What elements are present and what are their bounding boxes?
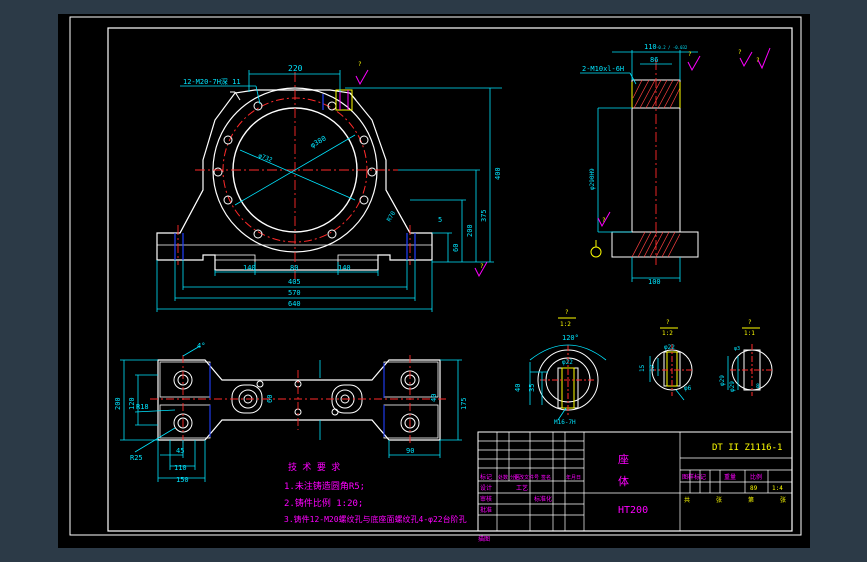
svg-text:φ6: φ6 xyxy=(684,385,692,392)
front-dim-570: 570 xyxy=(288,289,301,297)
svg-text:审核: 审核 xyxy=(480,495,492,503)
top-dim-90: 90 xyxy=(406,447,414,455)
svg-text:?: ? xyxy=(748,319,752,326)
side-bore-diam: φ290H9 xyxy=(589,168,596,190)
top-dim-chamfer: 4° xyxy=(197,342,205,350)
svg-text:1:2: 1:2 xyxy=(662,330,673,337)
svg-text:签名: 签名 xyxy=(541,474,551,481)
svg-text:?: ? xyxy=(688,51,692,58)
svg-text:15: 15 xyxy=(639,364,646,372)
svg-text:张: 张 xyxy=(716,496,722,504)
svg-text:共: 共 xyxy=(684,496,690,504)
front-dim-80: 80 xyxy=(290,264,298,272)
cad-drawing-canvas: φ380 φ732 220 12-M20-7H深 11 400 375 200 … xyxy=(58,14,810,548)
svg-text:120°: 120° xyxy=(562,334,579,342)
front-dim-140-right: 140 xyxy=(338,264,351,272)
svg-text:第: 第 xyxy=(748,496,754,504)
side-dim-tol: -0.2 / -0.032 xyxy=(656,45,688,50)
top-dim-r18: R18 xyxy=(136,403,149,411)
front-hole-callout: 12-M20-7H深 11 xyxy=(183,77,241,86)
top-dim-r25: R25 xyxy=(130,454,143,462)
front-dim-140-left: 140 xyxy=(243,264,256,272)
tb-weight: 89 xyxy=(750,485,758,492)
front-dim-405: 405 xyxy=(288,278,301,286)
svg-text:?: ? xyxy=(756,57,760,64)
svg-text:35: 35 xyxy=(528,384,536,392)
tb-scale: 1:4 xyxy=(772,485,783,492)
svg-text:工艺: 工艺 xyxy=(516,484,528,492)
tb-part-name-2: 体 xyxy=(618,474,629,488)
svg-text:1:1: 1:1 xyxy=(744,330,755,337)
svg-text:年月日: 年月日 xyxy=(566,474,581,481)
top-dim-200: 200 xyxy=(114,397,122,410)
notes-item-3: 3.铸件12-M20螺纹孔与底座面螺纹孔4-φ22台阶孔 xyxy=(284,514,467,524)
front-dim-400: 400 xyxy=(494,167,502,180)
svg-text:?: ? xyxy=(480,263,484,270)
tb-material: HT200 xyxy=(618,505,648,516)
front-dim-375: 375 xyxy=(480,209,488,222)
front-dim-640: 640 xyxy=(288,300,301,308)
top-dim-40: 40 xyxy=(430,394,438,402)
svg-text:?: ? xyxy=(602,217,606,224)
top-dim-175: 175 xyxy=(460,397,468,410)
svg-text:批准: 批准 xyxy=(480,506,492,514)
front-rib-angle: 5 xyxy=(438,216,442,224)
front-dim-220: 220 xyxy=(288,64,303,73)
svg-text:40: 40 xyxy=(514,384,522,392)
side-thread-callout: 2-M10xl-6H xyxy=(582,65,624,73)
svg-text:标准化: 标准化 xyxy=(534,495,552,503)
svg-text:φ29: φ29 xyxy=(719,375,726,386)
svg-text:φ29: φ29 xyxy=(729,381,736,392)
svg-text:?: ? xyxy=(565,309,569,316)
svg-text:φ22: φ22 xyxy=(664,344,675,351)
svg-text:图样标记: 图样标记 xyxy=(682,473,706,481)
side-dim-86: 86 xyxy=(650,56,658,64)
front-dim-200: 200 xyxy=(466,224,474,237)
top-dim-60: 60 xyxy=(266,395,274,403)
drawing-viewport xyxy=(58,14,810,548)
tb-drawing-number: DT II Z1116-1 xyxy=(712,443,782,453)
notes-item-2: 2.铸件比例 1:20; xyxy=(284,497,363,509)
svg-text:标记: 标记 xyxy=(480,473,492,481)
svg-text:张: 张 xyxy=(780,496,786,504)
svg-text:1:2: 1:2 xyxy=(560,321,571,328)
side-dim-110: 110 xyxy=(644,43,657,51)
tb-bottom-stamp: 描图 xyxy=(478,535,490,543)
front-dim-60: 60 xyxy=(452,244,460,252)
svg-text:φ22: φ22 xyxy=(562,359,573,366)
top-dim-110: 110 xyxy=(174,464,187,472)
svg-text:比例: 比例 xyxy=(750,473,762,481)
svg-text:?: ? xyxy=(738,49,742,56)
notes-item-1: 1.未注铸造圆角R5; xyxy=(284,480,365,492)
svg-text:处数: 处数 xyxy=(498,474,508,481)
svg-text:?: ? xyxy=(666,319,670,326)
top-dim-45: 45 xyxy=(176,447,184,455)
svg-text:设计: 设计 xyxy=(480,484,492,492)
svg-text:M16-7H: M16-7H xyxy=(554,419,576,426)
svg-text:重量: 重量 xyxy=(724,473,736,481)
svg-text:8: 8 xyxy=(756,383,760,390)
svg-text:更改文件号: 更改文件号 xyxy=(514,474,539,481)
top-dim-150: 150 xyxy=(176,476,189,484)
svg-text:?: ? xyxy=(358,61,362,68)
svg-text:12: 12 xyxy=(649,364,656,372)
top-dim-120: 120 xyxy=(128,397,136,410)
tb-part-name-1: 座 xyxy=(618,452,629,466)
svg-text:φ3: φ3 xyxy=(734,346,740,352)
notes-title: 技 术 要 求 xyxy=(288,461,340,473)
side-dim-100: 100 xyxy=(648,278,661,286)
